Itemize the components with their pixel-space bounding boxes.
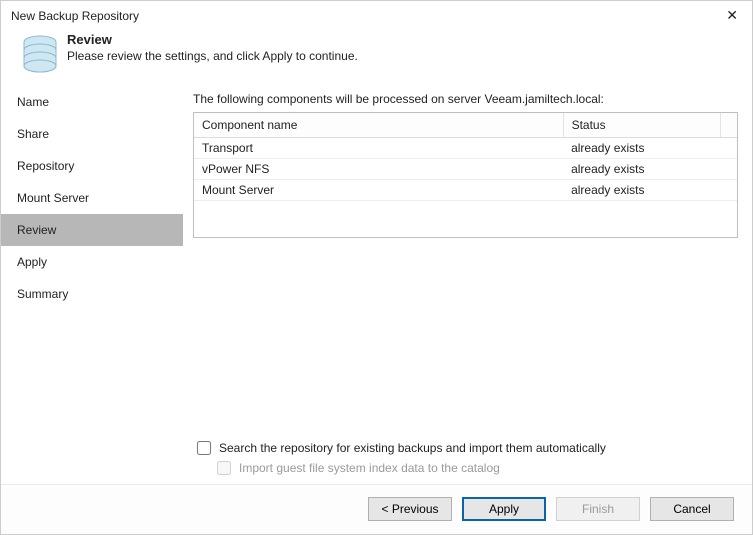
cell-status: already exists [563,180,720,201]
components-intro: The following components will be process… [193,92,738,106]
cancel-button[interactable]: Cancel [650,497,734,521]
search-repository-checkbox[interactable] [197,441,211,455]
sidebar-item-repository[interactable]: Repository [1,150,183,182]
import-index-label: Import guest file system index data to t… [239,461,500,475]
cell-name: Transport [194,138,563,159]
wizard-footer: < Previous Apply Finish Cancel [1,484,752,533]
sidebar-item-apply[interactable]: Apply [1,246,183,278]
table-row-empty [194,201,737,219]
finish-button: Finish [556,497,640,521]
titlebar: New Backup Repository ✕ [1,1,752,28]
cell-name: Mount Server [194,180,563,201]
page-subheading: Please review the settings, and click Ap… [67,49,358,63]
sidebar-item-name[interactable]: Name [1,86,183,118]
sidebar-item-review[interactable]: Review [1,214,183,246]
sidebar-item-share[interactable]: Share [1,118,183,150]
repository-icon [13,32,67,74]
table-row[interactable]: vPower NFS already exists [194,159,737,180]
table-row[interactable]: Transport already exists [194,138,737,159]
wizard-sidebar: Name Share Repository Mount Server Revie… [1,86,183,484]
column-header-spare [720,113,737,138]
sidebar-item-summary[interactable]: Summary [1,278,183,310]
column-header-name[interactable]: Component name [194,113,563,138]
import-index-option: Import guest file system index data to t… [193,458,738,478]
cell-name: vPower NFS [194,159,563,180]
search-repository-option[interactable]: Search the repository for existing backu… [193,438,738,458]
import-index-checkbox [217,461,231,475]
wizard-content: The following components will be process… [183,86,752,484]
column-header-status[interactable]: Status [563,113,720,138]
table-row[interactable]: Mount Server already exists [194,180,737,201]
sidebar-item-mount-server[interactable]: Mount Server [1,182,183,214]
apply-button[interactable]: Apply [462,497,546,521]
cell-status: already exists [563,138,720,159]
options-panel: Search the repository for existing backu… [193,426,738,484]
window-title: New Backup Repository [11,9,139,23]
wizard-header: Review Please review the settings, and c… [1,28,752,86]
components-table: Component name Status Transport already … [193,112,738,238]
search-repository-label: Search the repository for existing backu… [219,441,606,455]
previous-button[interactable]: < Previous [368,497,452,521]
close-icon[interactable]: ✕ [722,7,742,24]
cell-status: already exists [563,159,720,180]
page-heading: Review [67,32,358,47]
table-row-empty [194,219,737,237]
